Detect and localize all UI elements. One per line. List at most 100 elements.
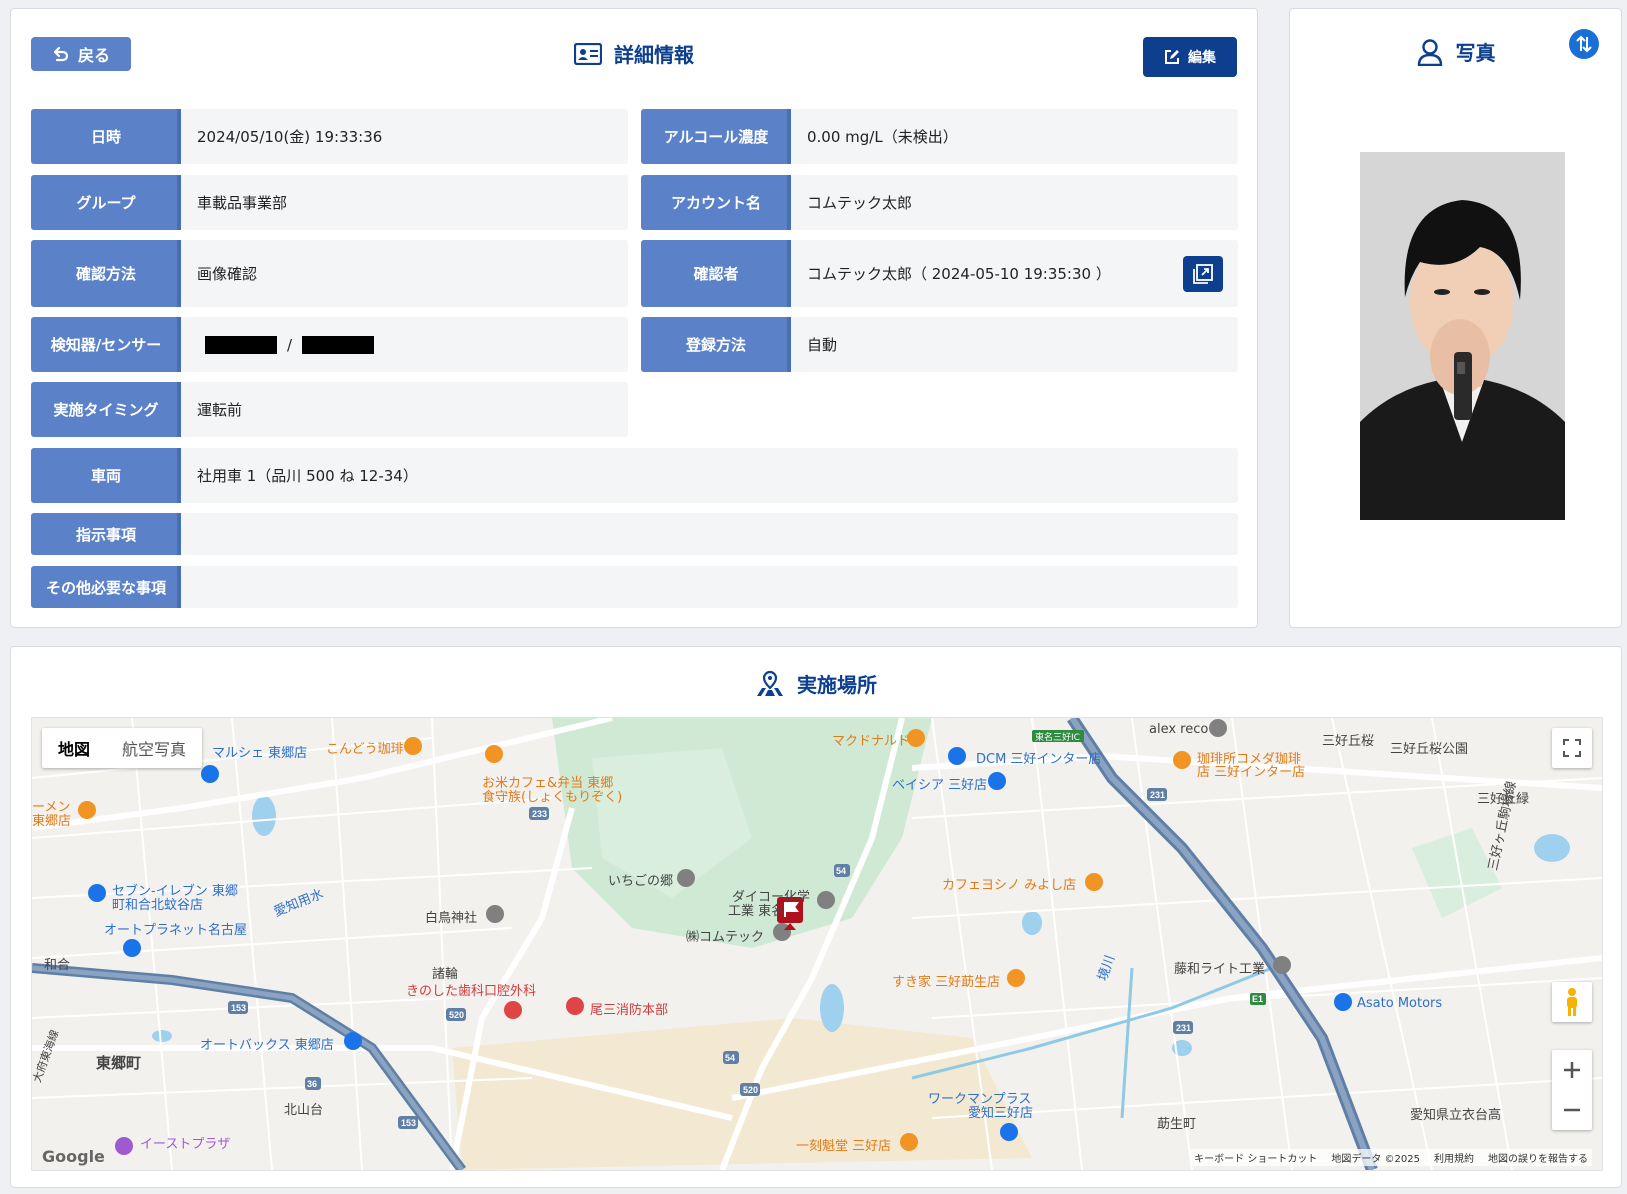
map-footer: キーボード ショートカット 地図データ ©2025 利用規約 地図の誤りを報告す… bbox=[1190, 1149, 1592, 1166]
map-label: こんどう珈琲 bbox=[326, 742, 404, 757]
label-alcohol: アルコール濃度 bbox=[641, 109, 791, 164]
map-label: 尾三消防本部 bbox=[590, 1003, 669, 1018]
edit-label: 編集 bbox=[1188, 50, 1216, 66]
photo-panel: 写真 bbox=[1289, 8, 1622, 628]
map-panel: 実施場所 233 54 231 153 520 54 520 231 36 15… bbox=[10, 646, 1622, 1188]
map-label: イーストプラザ bbox=[140, 1137, 231, 1152]
map-label: 和合 bbox=[44, 958, 71, 973]
map-label: 町和合北蚊谷店 bbox=[112, 898, 204, 913]
svg-text:231: 231 bbox=[1176, 1023, 1191, 1033]
label-vehicle: 車両 bbox=[31, 448, 181, 503]
value-registration: 自動 bbox=[807, 336, 838, 354]
value-method: 画像確認 bbox=[197, 265, 258, 283]
photo-title-text: 写真 bbox=[1455, 41, 1496, 65]
detail-title: 詳細情報 bbox=[11, 39, 1257, 68]
value-confirmer: コムテック太郎（ 2024-05-10 19:35:30 ） bbox=[791, 240, 1238, 307]
map-label: ベイシア 三好店 bbox=[892, 778, 988, 793]
map-type-control: 地図 航空写真 bbox=[42, 728, 203, 768]
swap-photo-button[interactable] bbox=[1569, 29, 1599, 59]
row-other: その他必要な事項 bbox=[31, 566, 1238, 608]
map-label: 三好丘桜 bbox=[1322, 734, 1375, 749]
plus-icon bbox=[1564, 1062, 1580, 1078]
street-view-button[interactable] bbox=[1552, 982, 1592, 1022]
map-label: オートプラネット名古屋 bbox=[104, 923, 248, 938]
value-group: 車載品事業部 bbox=[197, 194, 288, 212]
svg-text:54: 54 bbox=[725, 1053, 735, 1063]
map-label: 工業 東名 bbox=[728, 904, 785, 919]
map-type-map-button[interactable]: 地図 bbox=[42, 728, 106, 768]
edit-button[interactable]: 編集 bbox=[1143, 37, 1237, 77]
svg-text:153: 153 bbox=[231, 1003, 246, 1013]
map-label: 三好丘桜公園 bbox=[1390, 742, 1469, 757]
location-map[interactable]: 233 54 231 153 520 54 520 231 36 153 E1 … bbox=[31, 717, 1603, 1171]
terms-link[interactable]: 利用規約 bbox=[1434, 1150, 1474, 1165]
row-detector: 検知器/センサー / bbox=[31, 317, 628, 372]
map-title-text: 実施場所 bbox=[797, 673, 877, 697]
row-group: グループ 車載品事業部 bbox=[31, 175, 628, 230]
fullscreen-button[interactable] bbox=[1552, 728, 1592, 768]
row-registration: 登録方法 自動 bbox=[641, 317, 1238, 372]
row-datetime: 日時 2024/05/10(金) 19:33:36 bbox=[31, 109, 628, 164]
label-registration: 登録方法 bbox=[641, 317, 791, 372]
user-icon bbox=[1417, 38, 1442, 66]
external-link-icon bbox=[1193, 263, 1213, 284]
map-label: 莇生町 bbox=[1157, 1117, 1197, 1132]
map-pin-icon bbox=[757, 670, 783, 696]
map-label: alex reco bbox=[1149, 722, 1209, 737]
swap-vertical-icon bbox=[1576, 35, 1592, 53]
svg-text:520: 520 bbox=[743, 1085, 758, 1095]
value-alcohol: 0.00 mg/L（未検出） bbox=[807, 128, 958, 146]
zoom-in-button[interactable] bbox=[1563, 1050, 1581, 1090]
value-vehicle: 社用車 1（品川 500 ね 12-34） bbox=[197, 467, 418, 485]
confirmer-text: コムテック太郎（ 2024-05-10 19:35:30 ） bbox=[807, 265, 1111, 283]
value-detector: / bbox=[181, 317, 628, 372]
map-label: いちごの郷 bbox=[608, 874, 674, 889]
row-timing: 実施タイミング 運転前 bbox=[31, 382, 628, 437]
map-title: 実施場所 bbox=[11, 669, 1621, 698]
redacted-detector bbox=[205, 335, 277, 354]
value-datetime: 2024/05/10(金) 19:33:36 bbox=[197, 128, 383, 146]
row-confirmer: 確認者 コムテック太郎（ 2024-05-10 19:35:30 ） bbox=[641, 240, 1238, 307]
svg-text:E1: E1 bbox=[1252, 994, 1263, 1004]
minus-icon bbox=[1564, 1108, 1580, 1112]
zoom-out-button[interactable] bbox=[1563, 1090, 1581, 1130]
map-data-text: 地図データ ©2025 bbox=[1331, 1154, 1420, 1165]
map-label: すき家 三好莇生店 bbox=[892, 975, 1001, 990]
map-label: 北山台 bbox=[284, 1103, 324, 1118]
map-label: マクドナルド bbox=[832, 734, 911, 749]
edit-icon bbox=[1165, 50, 1179, 64]
map-label: マルシェ 東郷店 bbox=[212, 746, 308, 761]
zoom-control bbox=[1552, 1050, 1592, 1130]
map-label: 愛知県立衣台高 bbox=[1410, 1108, 1502, 1123]
label-detector: 検知器/センサー bbox=[31, 317, 181, 372]
detail-panel: 戻る 詳細情報 編集 日時 2024/05/10(金) 19:33:36 アルコ… bbox=[10, 8, 1258, 628]
map-label: 一刻魁堂 三好店 bbox=[796, 1139, 892, 1154]
driver-photo bbox=[1360, 152, 1565, 520]
label-group: グループ bbox=[31, 175, 181, 230]
value-account: コムテック太郎 bbox=[807, 194, 913, 212]
pegman-icon bbox=[1567, 988, 1577, 1016]
svg-text:520: 520 bbox=[449, 1010, 464, 1020]
id-card-icon bbox=[574, 42, 602, 65]
google-logo: Google bbox=[42, 1147, 105, 1166]
keyboard-shortcuts-link[interactable]: キーボード ショートカット bbox=[1194, 1150, 1317, 1165]
svg-text:36: 36 bbox=[307, 1079, 317, 1089]
fullscreen-icon bbox=[1563, 739, 1581, 757]
value-instructions bbox=[181, 513, 1238, 555]
map-label: DCM 三好インター店 bbox=[976, 752, 1102, 767]
map-label: ㈱コムテック bbox=[686, 930, 765, 945]
map-label: 食守族(しょくもりぞく) bbox=[482, 790, 623, 805]
report-error-link[interactable]: 地図の誤りを報告する bbox=[1488, 1150, 1588, 1165]
map-label: 東郷町 bbox=[96, 1054, 142, 1072]
label-account: アカウント名 bbox=[641, 175, 791, 230]
map-label: 愛知三好店 bbox=[968, 1106, 1034, 1121]
map-label: 白鳥神社 bbox=[425, 911, 478, 926]
detector-separator: / bbox=[287, 335, 293, 354]
map-type-satellite-button[interactable]: 航空写真 bbox=[106, 728, 202, 768]
map-canvas: 233 54 231 153 520 54 520 231 36 153 E1 bbox=[32, 718, 1602, 1170]
map-label: カフェヨシノ みよし店 bbox=[942, 878, 1077, 893]
open-confirmation-button[interactable] bbox=[1183, 255, 1223, 292]
label-timing: 実施タイミング bbox=[31, 382, 181, 437]
svg-text:54: 54 bbox=[836, 866, 846, 876]
map-label: 店 三好インター店 bbox=[1197, 765, 1306, 780]
